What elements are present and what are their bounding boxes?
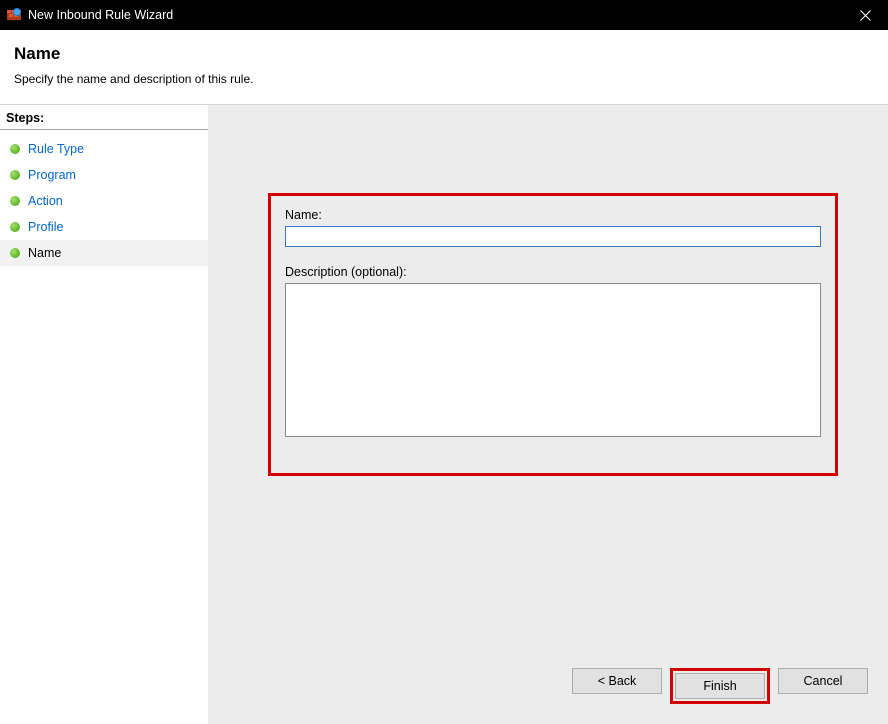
description-label: Description (optional):: [285, 265, 821, 279]
sidebar-item-label: Action: [28, 194, 63, 208]
titlebar: New Inbound Rule Wizard: [0, 0, 888, 30]
close-button[interactable]: [842, 0, 888, 30]
button-row: < Back Finish Cancel: [572, 668, 868, 704]
cancel-button[interactable]: Cancel: [778, 668, 868, 694]
step-bullet-icon: [10, 248, 20, 258]
sidebar-item-name[interactable]: Name: [0, 240, 208, 266]
step-bullet-icon: [10, 222, 20, 232]
titlebar-left: New Inbound Rule Wizard: [6, 7, 173, 23]
window-title: New Inbound Rule Wizard: [28, 8, 173, 22]
sidebar-item-label: Profile: [28, 220, 63, 234]
name-label: Name:: [285, 208, 821, 222]
finish-highlight-box: Finish: [670, 668, 770, 704]
firewall-icon: [6, 7, 22, 23]
sidebar-title: Steps:: [0, 105, 208, 130]
sidebar-item-program[interactable]: Program: [0, 162, 208, 188]
steps-sidebar: Steps: Rule Type Program Action Profile …: [0, 105, 208, 724]
sidebar-item-label: Name: [28, 246, 61, 260]
close-icon: [860, 10, 871, 21]
sidebar-item-profile[interactable]: Profile: [0, 214, 208, 240]
description-textarea[interactable]: [285, 283, 821, 437]
finish-button[interactable]: Finish: [675, 673, 765, 699]
sidebar-item-action[interactable]: Action: [0, 188, 208, 214]
sidebar-item-label: Rule Type: [28, 142, 84, 156]
sidebar-items: Rule Type Program Action Profile Name: [0, 130, 208, 266]
back-button[interactable]: < Back: [572, 668, 662, 694]
step-bullet-icon: [10, 196, 20, 206]
main-panel: Name: Description (optional): < Back Fin…: [208, 105, 888, 724]
page-title: Name: [14, 44, 874, 64]
sidebar-item-label: Program: [28, 168, 76, 182]
wizard-header: Name Specify the name and description of…: [0, 30, 888, 105]
form-highlight-box: Name: Description (optional):: [268, 193, 838, 476]
page-subtitle: Specify the name and description of this…: [14, 72, 874, 86]
wizard-body: Steps: Rule Type Program Action Profile …: [0, 105, 888, 724]
sidebar-item-rule-type[interactable]: Rule Type: [0, 136, 208, 162]
step-bullet-icon: [10, 170, 20, 180]
name-input[interactable]: [285, 226, 821, 247]
step-bullet-icon: [10, 144, 20, 154]
